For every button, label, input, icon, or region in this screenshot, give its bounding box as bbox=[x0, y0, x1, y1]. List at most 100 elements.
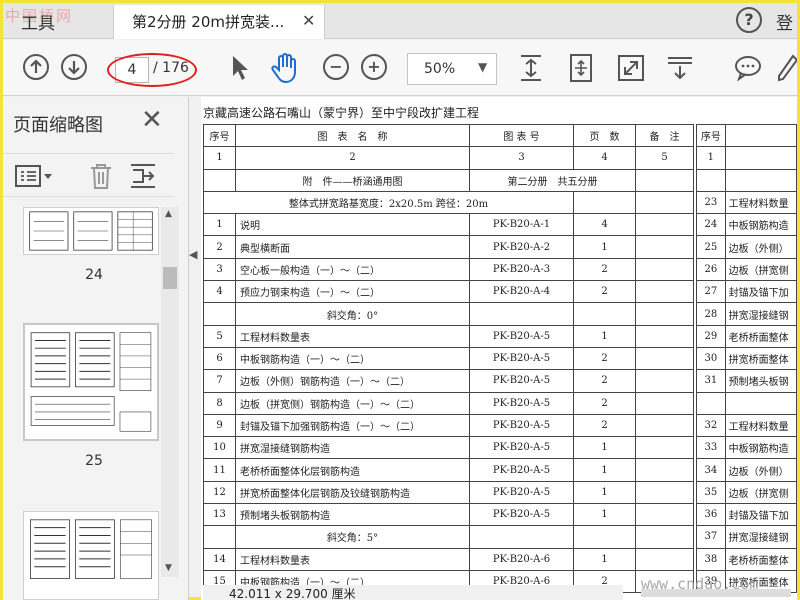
row-title: 边板（外侧） bbox=[724, 458, 797, 482]
row-title: 边板（外侧）钢筋构造（一）～（二） bbox=[235, 369, 470, 393]
close-sidebar-icon[interactable]: ✕ bbox=[141, 105, 163, 135]
angle-title: 斜交角：0° bbox=[235, 302, 470, 326]
collapse-sidebar-icon[interactable]: ◀ bbox=[189, 248, 197, 261]
table-row: 13 预制堵头板钢筋构造 PK-B20-A-5 1 bbox=[203, 503, 694, 527]
row-page-count: 1 bbox=[573, 235, 636, 259]
row-title: 拼宽湿接缝钢 bbox=[724, 525, 797, 549]
row-title: 边板（外侧） bbox=[724, 235, 797, 259]
document-view[interactable]: 京藏高速公路石嘴山（蒙宁界）至中宁段改扩建工程 序号 图 表 名 称 图 表 号… bbox=[201, 97, 797, 600]
tab-document[interactable]: 第2分册 20m拼宽装... ✕ bbox=[113, 5, 325, 39]
row-number: 24 bbox=[696, 213, 726, 237]
side-rows-bottom: 32 工程材料数量 33 中板钢筋构造 34 边板（外侧） 35 边板（拼宽侧 36 封锚及锚下加… bbox=[696, 413, 797, 594]
table-header-row: 序号 bbox=[696, 123, 797, 148]
row-note bbox=[635, 436, 694, 460]
table-row: 9 封锚及锚下加强钢筋构造（一）～（二） PK-B20-A-5 2 bbox=[203, 413, 694, 438]
scrollbar-thumb[interactable] bbox=[163, 267, 177, 289]
page-thumbnail[interactable] bbox=[23, 207, 159, 255]
row-title: 封锚及锚下加 bbox=[724, 280, 797, 304]
pointer-arrow-icon bbox=[233, 56, 248, 80]
row-number: 34 bbox=[696, 458, 726, 482]
row-page-count: 1 bbox=[573, 436, 636, 460]
section-row: 整体式拼宽路基宽度：2x20.5m 跨径：20m bbox=[203, 190, 694, 215]
help-icon[interactable]: ? bbox=[736, 7, 762, 33]
column-header: 序号 bbox=[696, 123, 726, 148]
delete-page-button[interactable] bbox=[89, 162, 113, 194]
login-button[interactable]: 登 bbox=[776, 9, 793, 34]
row-title: 工程材料数量 bbox=[724, 190, 797, 215]
rotate-button[interactable] bbox=[568, 52, 594, 88]
expand-icon bbox=[618, 55, 644, 81]
row-title: 老桥桥面整体 bbox=[724, 547, 797, 571]
column-header: 页 数 bbox=[573, 123, 636, 148]
insert-page-button[interactable] bbox=[129, 162, 157, 194]
row-note bbox=[635, 480, 694, 505]
row-number: 33 bbox=[696, 436, 726, 460]
attachment-row: 附 件——桥涵通用图 第二分册 共五分册 bbox=[203, 168, 694, 192]
next-page-button[interactable] bbox=[61, 54, 87, 80]
plus-icon: + bbox=[367, 57, 381, 76]
column-header: 备 注 bbox=[635, 123, 694, 148]
row-number: 35 bbox=[696, 480, 726, 505]
section-title: 整体式拼宽路基宽度：2x20.5m 跨径：20m bbox=[203, 190, 574, 215]
row-page-count: 2 bbox=[573, 346, 636, 371]
zoom-select[interactable]: 50% ▼ bbox=[407, 53, 497, 85]
column-number: 5 bbox=[635, 146, 694, 170]
row-number: 14 bbox=[203, 547, 236, 571]
page-thumbnail-selected[interactable] bbox=[23, 323, 159, 441]
scroll-down-icon[interactable]: ▼ bbox=[165, 563, 172, 573]
row-note bbox=[635, 280, 694, 304]
fullscreen-button[interactable] bbox=[617, 54, 645, 86]
column-number: 1 bbox=[203, 146, 236, 170]
column-number-row: 1 2 3 4 5 bbox=[203, 146, 694, 170]
sidebar-toolbar bbox=[3, 153, 173, 197]
select-tool-button[interactable] bbox=[229, 54, 251, 86]
draw-button[interactable] bbox=[777, 54, 799, 86]
close-tab-icon[interactable]: ✕ bbox=[302, 11, 315, 30]
table-row: 23 工程材料数量 bbox=[696, 190, 797, 215]
hand-tool-button[interactable] bbox=[271, 52, 301, 88]
column-number: 4 bbox=[573, 146, 636, 170]
table-row: 11 老桥桥面整体化层钢筋构造 PK-B20-A-5 1 bbox=[203, 458, 694, 482]
row-title: 工程材料数量表 bbox=[235, 547, 470, 571]
row-number: 29 bbox=[696, 324, 726, 348]
thumbnail-options-button[interactable] bbox=[15, 164, 55, 192]
continuation-table: 序号 1 23 工程材料数量 24 中板钢筋构造 25 边板（外侧） 26 边板（拼宽侧 27 封… bbox=[696, 123, 797, 594]
page-insert-icon bbox=[131, 164, 155, 188]
scroll-up-icon[interactable]: ▲ bbox=[165, 209, 172, 219]
arrow-up-icon bbox=[30, 59, 42, 73]
table-row: 38 老桥桥面整体 bbox=[696, 547, 797, 571]
attachment-title: 附 件——桥涵通用图 bbox=[235, 168, 470, 192]
table-row: 14 工程材料数量表 PK-B20-A-6 1 bbox=[203, 547, 694, 571]
page-thumbnail[interactable] bbox=[23, 511, 159, 600]
row-page-count: 2 bbox=[573, 369, 636, 393]
row-page-count: 2 bbox=[573, 391, 636, 415]
row-title: 拼宽湿接缝钢筋构造 bbox=[235, 436, 470, 460]
row-note bbox=[635, 324, 694, 348]
row-number: 10 bbox=[203, 436, 236, 460]
row-drawing-code: PK-B20-A-5 bbox=[469, 391, 574, 415]
scroll-mode-button[interactable] bbox=[666, 54, 694, 86]
row-title: 预应力钢束构造（一）～（二） bbox=[235, 280, 470, 304]
row-number: 31 bbox=[696, 369, 726, 393]
zoom-out-button[interactable]: − bbox=[323, 54, 349, 80]
row-title: 封锚及锚下加 bbox=[724, 503, 797, 527]
row-note bbox=[635, 235, 694, 259]
zoom-in-button[interactable]: + bbox=[361, 54, 387, 80]
row-number: 7 bbox=[203, 369, 236, 393]
comment-button[interactable] bbox=[733, 54, 763, 86]
tab-tools[interactable]: 工具 bbox=[21, 9, 55, 34]
table-row: 37 拼宽湿接缝钢 bbox=[696, 525, 797, 549]
toolbar: 4 / 176 − + 50% ▼ bbox=[3, 40, 799, 96]
row-title: 边板（拼宽侧）钢筋构造（一）～（二） bbox=[235, 391, 470, 415]
document-header: 京藏高速公路石嘴山（蒙宁界）至中宁段改扩建工程 bbox=[203, 106, 480, 120]
sidebar-scrollbar[interactable]: ▲ ▼ bbox=[161, 207, 179, 577]
row-number: 11 bbox=[203, 458, 236, 482]
previous-page-button[interactable] bbox=[23, 54, 49, 80]
row-title: 预制堵头板钢 bbox=[724, 369, 797, 393]
row-drawing-code: PK-B20-A-6 bbox=[469, 547, 574, 571]
table-row: 33 中板钢筋构造 bbox=[696, 436, 797, 460]
row-drawing-code: PK-B20-A-5 bbox=[469, 436, 574, 460]
fit-width-button[interactable] bbox=[518, 52, 544, 88]
row-note bbox=[635, 547, 694, 571]
rows-group-a: 1 说明 PK-B20-A-1 4 2 典型横断面 PK-B20-A-2 1 3 空心板一般构造（… bbox=[203, 213, 694, 304]
